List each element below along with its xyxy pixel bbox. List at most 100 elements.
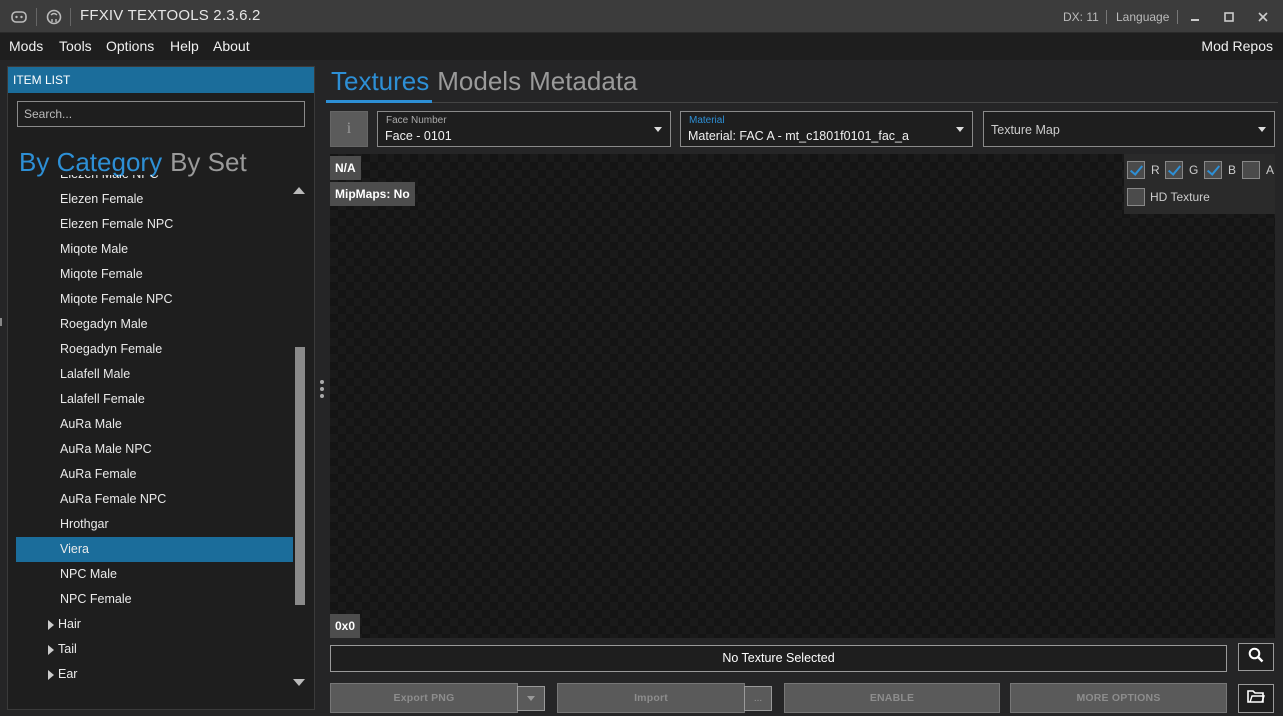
tree-item-label: Miqote Female (60, 267, 143, 281)
menu-help[interactable]: Help (170, 38, 199, 54)
language-button[interactable]: Language (1116, 10, 1169, 24)
chevron-down-icon (654, 127, 662, 132)
tab-by-category[interactable]: By Category (19, 147, 162, 177)
export-png-button[interactable]: Export PNG (330, 683, 518, 713)
tree-item-label: Hair (58, 617, 81, 631)
info-icon: i (346, 120, 352, 137)
channel-a-checkbox[interactable] (1242, 161, 1260, 179)
chevron-down-icon (956, 127, 964, 132)
tab-divider (326, 102, 1278, 103)
tree-item[interactable]: Elezen Female (16, 187, 293, 212)
format-tag: N/A (330, 156, 361, 180)
tab-textures[interactable]: Textures (331, 66, 429, 96)
info-button[interactable]: i (330, 111, 368, 147)
panel-splitter-handle[interactable] (320, 380, 324, 401)
tree-item[interactable]: AuRa Female NPC (16, 487, 293, 512)
size-tag: 0x0 (330, 614, 361, 638)
tab-metadata[interactable]: Metadata (529, 66, 637, 96)
active-tab-indicator (326, 100, 432, 103)
tree-item[interactable]: Roegadyn Male (16, 312, 293, 337)
tree-category-item[interactable]: Ear (16, 662, 293, 687)
expand-arrow-icon[interactable] (48, 644, 54, 655)
tree-item-label: AuRa Male (60, 417, 122, 431)
tree-item[interactable]: AuRa Male (16, 412, 293, 437)
main-tabs: Textures Models Metadata (331, 66, 646, 97)
expand-arrow-icon[interactable] (48, 669, 54, 680)
tree-category-item[interactable]: Hair (16, 612, 293, 637)
channel-panel: R G B A HD Texture (1124, 154, 1275, 214)
import-more-button[interactable]: ... (744, 686, 772, 711)
texture-status: No Texture Selected (330, 645, 1227, 672)
scroll-down-icon[interactable] (293, 679, 305, 686)
channel-b-checkbox[interactable] (1204, 161, 1222, 179)
tree-scrollbar-thumb[interactable] (295, 347, 305, 605)
category-tabs: By Category By Set (19, 147, 255, 178)
tree-item[interactable]: Elezen Male NPC (16, 175, 293, 187)
tree-item-label: Roegadyn Male (60, 317, 148, 331)
tree-item-label: Lalafell Male (60, 367, 131, 381)
tree-item[interactable]: AuRa Male NPC (16, 437, 293, 462)
more-options-button[interactable]: MORE OPTIONS (1010, 683, 1227, 713)
tree-item[interactable]: Hrothgar (16, 512, 293, 537)
texture-viewer[interactable]: N/A MipMaps: No 0x0 R G B A HD Texture (330, 154, 1275, 638)
channel-g-checkbox[interactable] (1165, 161, 1183, 179)
menu-mods[interactable]: Mods (9, 38, 43, 54)
export-options-button[interactable] (517, 686, 545, 711)
expand-arrow-icon[interactable] (48, 619, 54, 630)
material-dropdown[interactable]: Material Material: FAC A - mt_c1801f0101… (680, 111, 973, 147)
material-label: Material (689, 115, 725, 126)
open-folder-button[interactable] (1238, 684, 1274, 713)
title-separator (36, 8, 37, 26)
tree-item-label: Viera (60, 542, 89, 556)
tree-item[interactable]: Viera (16, 537, 293, 562)
title-separator (1106, 10, 1107, 24)
texture-map-dropdown[interactable]: Texture Map (983, 111, 1275, 147)
github-icon[interactable] (45, 8, 63, 26)
scroll-up-icon[interactable] (293, 187, 305, 194)
tree-item[interactable]: NPC Female (16, 587, 293, 612)
mipmaps-tag: MipMaps: No (330, 182, 415, 206)
tree-item[interactable]: AuRa Female (16, 462, 293, 487)
tree-item[interactable]: Lalafell Female (16, 387, 293, 412)
discord-icon[interactable] (10, 8, 28, 26)
tree-category-item[interactable]: Tail (16, 637, 293, 662)
menu-about[interactable]: About (213, 38, 250, 54)
folder-icon (1247, 689, 1265, 708)
tab-models[interactable]: Models (437, 66, 521, 96)
channel-b-label: B (1228, 163, 1237, 177)
search-button[interactable] (1238, 643, 1274, 671)
chevron-down-icon (527, 695, 535, 701)
tree-item[interactable]: Miqote Female (16, 262, 293, 287)
tree-item[interactable]: Miqote Female NPC (16, 287, 293, 312)
mod-repos-button[interactable]: Mod Repos (1201, 38, 1273, 54)
tree-item[interactable]: Lalafell Male (16, 362, 293, 387)
title-bar: FFXIV TEXTOOLS 2.3.6.2 DX: 11 Language (0, 0, 1283, 33)
enable-button[interactable]: ENABLE (784, 683, 1000, 713)
tree-item[interactable]: NPC Male (16, 562, 293, 587)
channel-a-label: A (1266, 163, 1275, 177)
minimize-icon[interactable] (1184, 6, 1206, 28)
menu-bar: Mods Tools Options Help About Mod Repos (0, 33, 1283, 60)
face-number-dropdown[interactable]: Face Number Face - 0101 (377, 111, 671, 147)
tree-item-label: AuRa Female NPC (60, 492, 167, 506)
close-icon[interactable] (1252, 6, 1274, 28)
menu-tools[interactable]: Tools (59, 38, 92, 54)
tree-item[interactable]: Miqote Male (16, 237, 293, 262)
import-button[interactable]: Import (557, 683, 745, 713)
tree-item-label: Miqote Female NPC (60, 292, 173, 306)
tree-item-label: Hrothgar (60, 517, 109, 531)
material-value: Material: FAC A - mt_c1801f0101_fac_a (688, 129, 909, 143)
title-separator (70, 8, 71, 26)
tab-by-set[interactable]: By Set (170, 147, 247, 177)
hd-texture-checkbox[interactable] (1127, 188, 1145, 206)
item-tree: Elezen Male NPC Elezen Female Elezen Femal… (16, 175, 293, 695)
menu-options[interactable]: Options (106, 38, 154, 54)
channel-r-checkbox[interactable] (1127, 161, 1145, 179)
tree-item[interactable]: Elezen Female NPC (16, 212, 293, 237)
search-input[interactable] (17, 101, 305, 127)
maximize-icon[interactable] (1218, 6, 1240, 28)
tree-item-label: Ear (58, 667, 78, 681)
item-list-panel: ITEM LIST By Category By Set Elezen Male … (7, 66, 315, 710)
tree-item[interactable]: Roegadyn Female (16, 337, 293, 362)
tree-item-label: Miqote Male (60, 242, 129, 256)
